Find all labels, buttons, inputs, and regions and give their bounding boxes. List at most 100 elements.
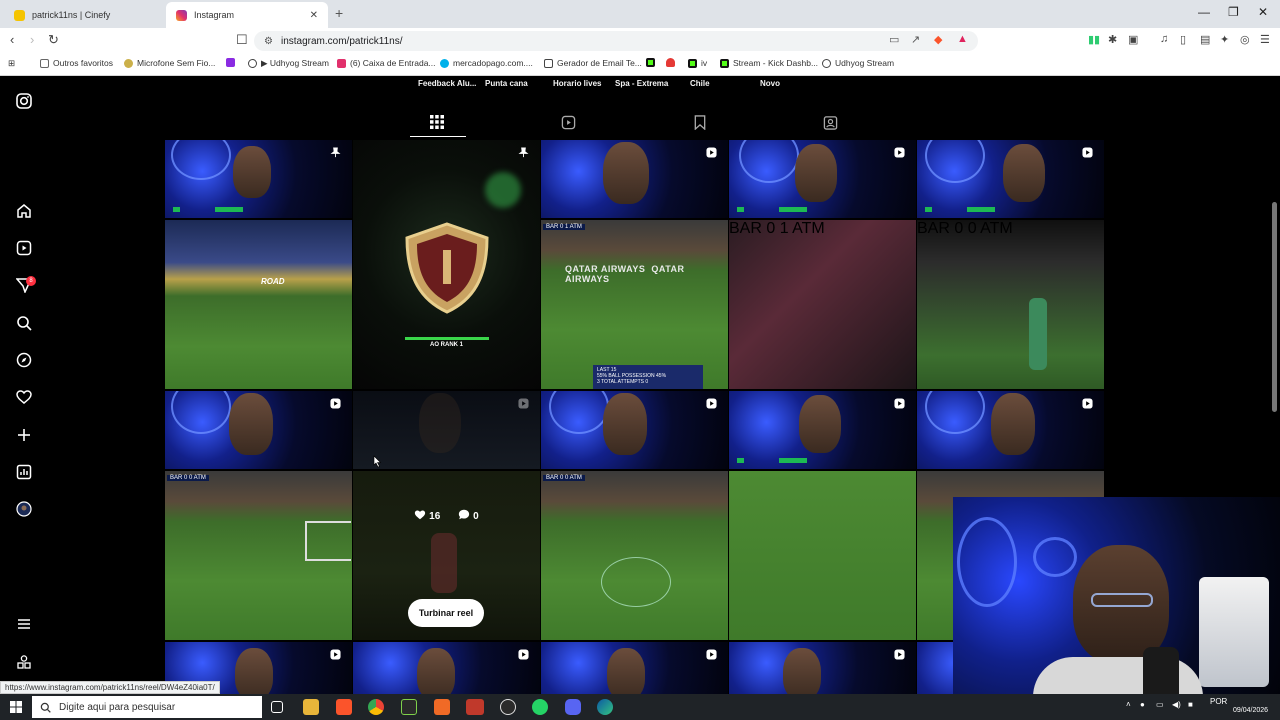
chrome-icon[interactable]: [368, 699, 384, 715]
tray-overflow-icon[interactable]: ˄: [1126, 700, 1131, 709]
post-tile[interactable]: [165, 391, 352, 469]
highlight-chile[interactable]: Chile: [690, 79, 710, 88]
system-date[interactable]: 09/04/2026: [1233, 707, 1268, 714]
file-explorer-icon[interactable]: [303, 699, 319, 715]
post-tile[interactable]: [165, 140, 352, 218]
profile-avatar[interactable]: [14, 499, 34, 519]
bookmark-folder[interactable]: Outros favoritos: [40, 58, 113, 68]
dashboard-icon[interactable]: [14, 462, 34, 482]
discord-icon[interactable]: [565, 699, 581, 715]
back-icon[interactable]: ‹: [10, 32, 14, 47]
apps-icon[interactable]: ⊞: [8, 58, 15, 69]
boost-reel-button[interactable]: Turbinar reel: [408, 599, 484, 627]
post-tile[interactable]: [541, 642, 728, 694]
post-tile[interactable]: [729, 140, 916, 218]
post-tile[interactable]: [729, 471, 916, 640]
voicemeeter-icon[interactable]: [466, 699, 484, 715]
close-window-icon[interactable]: ✕: [1258, 5, 1268, 19]
tab-posts-grid-icon[interactable]: [410, 115, 466, 137]
post-tile[interactable]: [541, 140, 728, 218]
post-tile[interactable]: BAR 0 0 ATM: [165, 471, 352, 640]
bookmark-item[interactable]: [646, 58, 659, 67]
highlight-novo[interactable]: Novo: [760, 79, 780, 88]
tab-reels-icon[interactable]: [561, 115, 577, 131]
more-menu-icon[interactable]: [14, 614, 34, 634]
vpn-icon[interactable]: ◎: [1240, 33, 1250, 46]
sidebar-toggle-icon[interactable]: ▯: [1180, 33, 1186, 46]
crypto-wallet-icon[interactable]: ▤: [1200, 33, 1210, 46]
post-tile-hovered[interactable]: [353, 391, 540, 469]
bookmark-item[interactable]: Microfone Sem Fio...: [124, 58, 215, 68]
brave-rewards-icon[interactable]: ▲: [957, 33, 968, 45]
highlight-punta-cana[interactable]: Punta cana: [485, 79, 528, 88]
post-tile[interactable]: [353, 642, 540, 694]
reels-icon[interactable]: [14, 238, 34, 258]
restore-window-icon[interactable]: ❐: [1228, 5, 1239, 19]
media-icon[interactable]: ♫: [1160, 33, 1168, 45]
reload-icon[interactable]: ↻: [48, 32, 59, 48]
post-tile[interactable]: [917, 140, 1104, 218]
bookmark-item[interactable]: Udhyog Stream: [822, 58, 894, 68]
heart-icon[interactable]: [14, 387, 34, 407]
tray-app-icon[interactable]: ■: [1188, 700, 1193, 709]
browser-tab-cinefy[interactable]: patrick11ns | Cinefy: [4, 2, 164, 28]
highlight-spa-extrema[interactable]: Spa - Extrema: [615, 79, 668, 88]
bookmark-item[interactable]: Gerador de Email Te...: [544, 58, 642, 68]
create-icon[interactable]: [14, 425, 34, 445]
wallet-icon[interactable]: ▣: [1128, 33, 1138, 46]
share-icon[interactable]: ↗: [911, 33, 920, 46]
new-tab-icon[interactable]: +: [335, 5, 343, 21]
bookmark-item[interactable]: (6) Caixa de Entrada...: [337, 58, 436, 68]
home-icon[interactable]: [14, 201, 34, 221]
also-from-meta-icon[interactable]: [14, 652, 34, 672]
extensions-icon[interactable]: ✱: [1108, 33, 1117, 46]
menu-icon[interactable]: ☰: [1260, 33, 1270, 46]
post-tile[interactable]: [729, 391, 916, 469]
bookmark-page-icon[interactable]: ☐: [236, 32, 248, 48]
post-tile[interactable]: ROAD: [165, 220, 352, 389]
brave-shields-icon[interactable]: ◆: [934, 33, 942, 46]
volume-icon[interactable]: ◀): [1172, 700, 1181, 709]
bookmark-item[interactable]: ▶ Udhyog Stream: [248, 58, 329, 69]
browser-tab-instagram[interactable]: Instagram ✕: [166, 2, 328, 28]
minimize-window-icon[interactable]: —: [1198, 5, 1210, 19]
post-tile[interactable]: BAR 0 1 ATM: [729, 220, 916, 389]
post-tile[interactable]: [541, 391, 728, 469]
language-indicator[interactable]: POR: [1210, 697, 1227, 706]
search-icon[interactable]: [14, 313, 34, 333]
bookmark-item[interactable]: [666, 58, 679, 67]
bookmark-item[interactable]: mercadopago.com....: [440, 58, 533, 68]
sublime-icon[interactable]: [434, 699, 450, 715]
app-icon[interactable]: [401, 699, 417, 715]
bookmark-item[interactable]: iv: [688, 58, 707, 68]
highlight-horario-lives[interactable]: Horario lives: [553, 79, 601, 88]
cast-icon[interactable]: ▭: [889, 33, 899, 46]
whatsapp-icon[interactable]: [532, 699, 548, 715]
explore-icon[interactable]: [14, 350, 34, 370]
tab-saved-icon[interactable]: [693, 115, 709, 131]
windows-start-icon[interactable]: [10, 701, 22, 713]
site-settings-icon[interactable]: ⚙: [264, 36, 273, 47]
close-tab-icon[interactable]: ✕: [310, 10, 318, 21]
page-scrollbar[interactable]: [1272, 202, 1277, 412]
extension-stats-icon[interactable]: ▮▮: [1088, 33, 1100, 46]
post-tile[interactable]: [729, 642, 916, 694]
instagram-logo-icon[interactable]: [14, 91, 34, 111]
bookmark-item[interactable]: Stream - Kick Dashb...: [720, 58, 818, 68]
post-tile[interactable]: [917, 391, 1104, 469]
task-view-icon[interactable]: [271, 701, 283, 713]
obs-icon[interactable]: [500, 699, 516, 715]
highlight-feedback[interactable]: Feedback Alu...: [418, 79, 476, 88]
post-tile[interactable]: BAR 0 0 ATM: [917, 220, 1104, 389]
taskbar-search[interactable]: Digite aqui para pesquisar: [32, 696, 262, 718]
bookmark-item[interactable]: [226, 58, 239, 67]
brave-browser-icon[interactable]: [336, 699, 352, 715]
edge-icon[interactable]: [597, 699, 613, 715]
post-tile[interactable]: AO RANK 1: [353, 140, 540, 389]
leo-ai-icon[interactable]: ✦: [1220, 33, 1229, 46]
forward-icon[interactable]: ›: [30, 32, 34, 47]
post-tile[interactable]: BAR 0 1 ATM QATAR AIRWAYS QATAR AIRWAYS …: [541, 220, 728, 389]
post-tile-hover-overlay[interactable]: 16 0 Turbinar reel: [353, 471, 540, 640]
network-icon[interactable]: ▭: [1156, 700, 1164, 709]
post-tile[interactable]: BAR 0 0 ATM: [541, 471, 728, 640]
